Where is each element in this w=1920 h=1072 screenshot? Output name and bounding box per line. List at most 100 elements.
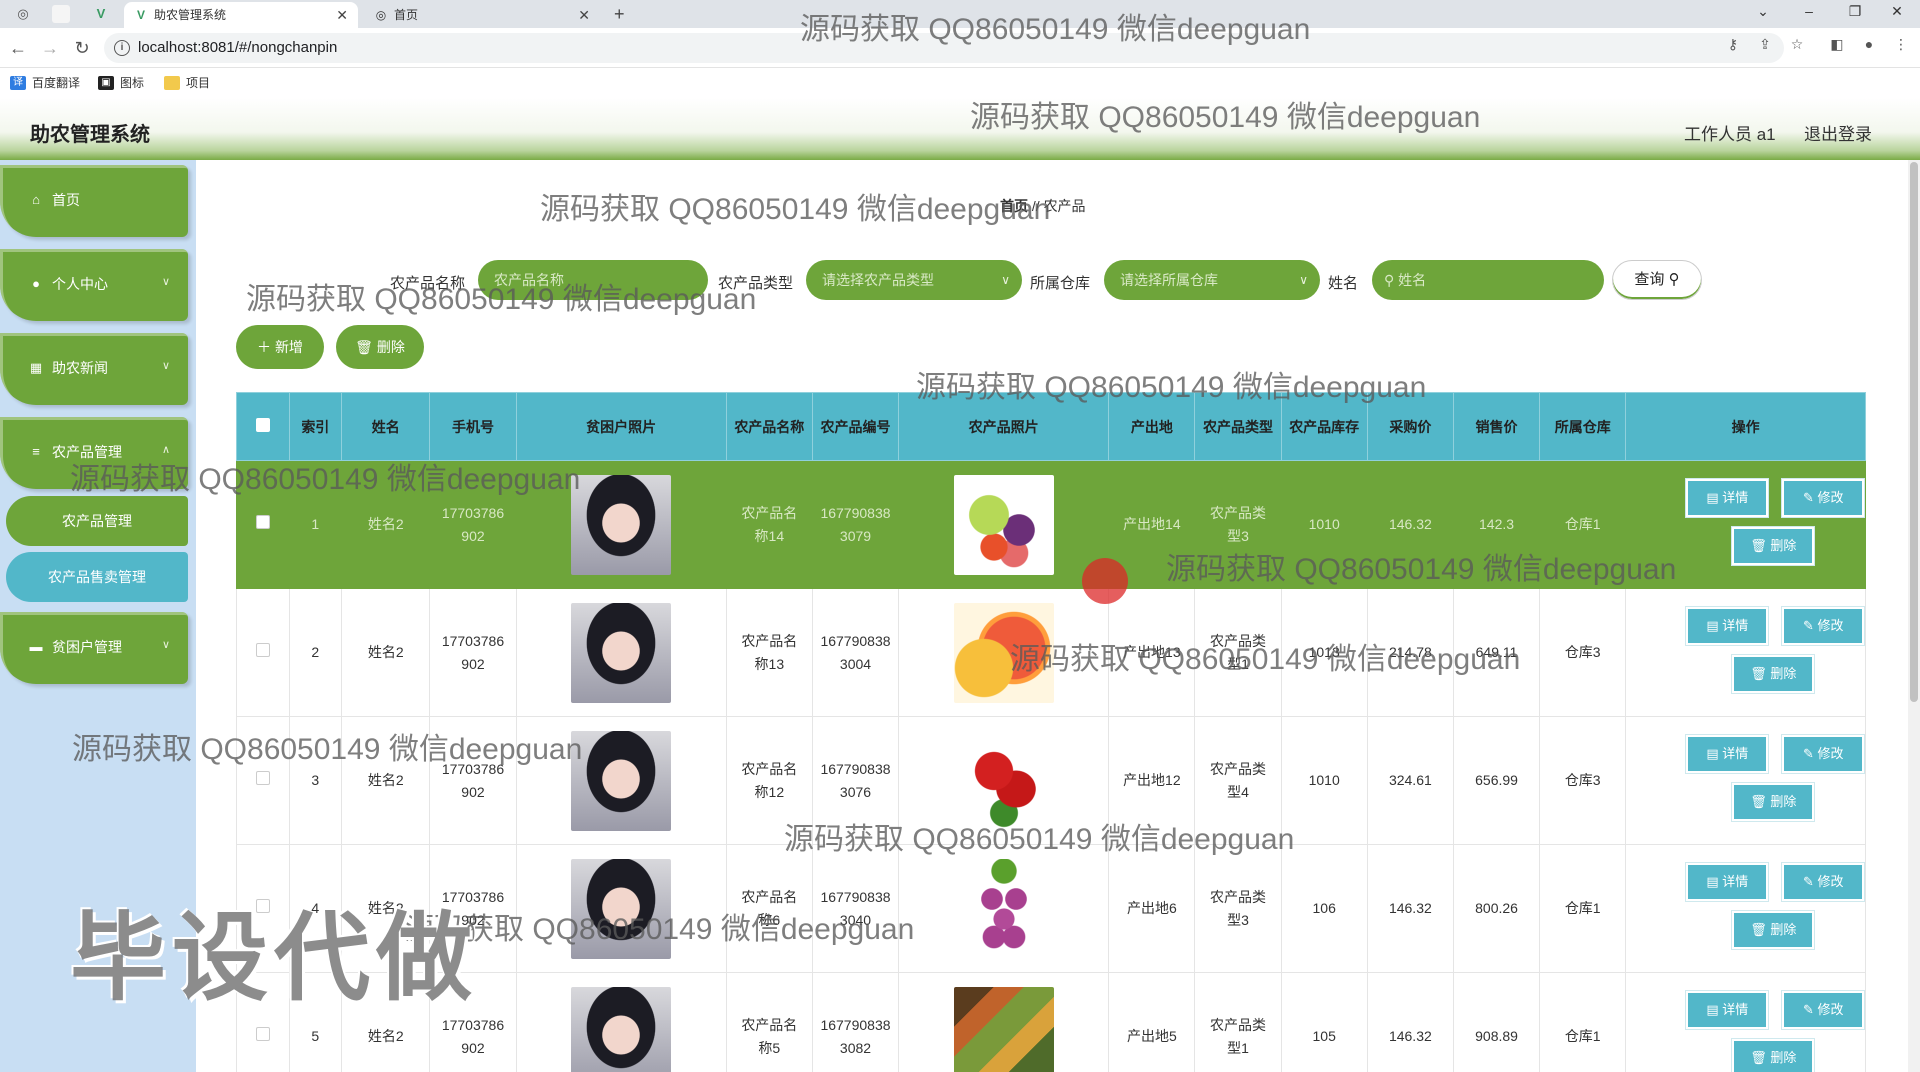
edit-button[interactable]: ✎ 修改 [1782,607,1865,645]
person-name-input[interactable]: ⚲ 姓名 [1372,260,1604,300]
select-all-cell[interactable] [236,392,290,461]
sidebar-item-home[interactable]: ⌂ 首页 [0,165,188,237]
row-delete-button[interactable]: 🗑 删除 [1732,783,1815,821]
cell-sell-price: 908.89 [1452,972,1541,1072]
sidebar-item-news[interactable]: ▦ 助农新闻 ∨ [0,333,188,405]
share-icon[interactable]: ⇪ [1754,36,1776,53]
cell-product-photo [898,460,1110,589]
detail-button[interactable]: ▤ 详情 [1686,863,1769,901]
detail-button[interactable]: ▤ 详情 [1686,991,1769,1029]
window-close-icon[interactable]: ✕ [1874,0,1920,24]
detail-button[interactable]: ▤ 详情 [1686,735,1769,773]
row-select-cell[interactable] [236,460,290,589]
product-photo [953,858,1054,959]
row-select-cell[interactable] [236,588,290,717]
tab-title: 首页 [394,8,419,22]
home-icon: ⌂ [32,192,40,207]
more-menu-icon[interactable]: ⋮ [1890,36,1912,53]
cell-product-type: 农产品类型3 [1194,844,1282,973]
bookmark-icons[interactable]: ▣ 图标 [98,74,144,92]
household-photo [571,730,672,831]
breadcrumb-home[interactable]: 首页 [1000,198,1028,214]
close-tab-icon[interactable]: ✕ [336,2,348,28]
bookmark-star-icon[interactable]: ☆ [1786,36,1808,53]
header-household-photo: 贫困户照片 [515,392,727,461]
row-select-cell[interactable] [236,716,290,845]
sidebar-item-poor-households[interactable]: ▬ 贫困户管理 ∨ [0,612,188,684]
url-field[interactable]: i localhost:8081/#/nongchanpin [104,33,1784,63]
product-type-select[interactable]: 请选择农产品类型 ∨ [806,260,1022,300]
logout-link[interactable]: 退出登录 [1804,120,1872,145]
detail-button[interactable]: ▤ 详情 [1686,479,1769,517]
cell-product-code: 1677908383082 [811,972,900,1072]
cell-buy-price: 146.32 [1366,460,1454,589]
document-icon: ▤ [1706,874,1723,889]
row-checkbox[interactable] [255,771,270,785]
key-icon[interactable]: ⚷ [1722,36,1744,53]
tab-search-chevron-icon[interactable]: ⌄ [1740,0,1786,24]
close-tab-icon[interactable]: ✕ [578,2,590,28]
cell-origin: 产出地13 [1108,588,1196,717]
row-delete-button[interactable]: 🗑 删除 [1732,527,1815,565]
cell-origin: 产出地12 [1108,716,1196,845]
side-panel-icon[interactable]: ◧ [1826,36,1848,53]
bookmark-project[interactable]: 项目 [164,74,210,92]
minimize-icon[interactable]: – [1786,0,1832,24]
trash-icon: 🗑 [1750,538,1771,553]
sidebar-subitem-product-manage[interactable]: 农产品管理 [6,496,188,546]
table-row[interactable]: 2 姓名2 17703786902 农产品名称13 1677908383004 产出地13… [236,588,1866,717]
profile-icon[interactable]: ● [1858,36,1880,52]
reload-icon[interactable]: ↻ [70,36,94,60]
row-delete-button[interactable]: 🗑 删除 [1732,655,1815,693]
edit-button[interactable]: ✎ 修改 [1782,863,1865,901]
edit-button[interactable]: ✎ 修改 [1782,479,1865,517]
cell-product-type: 农产品类型3 [1194,460,1282,589]
row-delete-button[interactable]: 🗑 删除 [1732,1039,1815,1072]
sidebar-item-profile[interactable]: ● 个人中心 ∨ [0,249,188,321]
forward-icon[interactable]: → [38,36,62,60]
table-row[interactable]: 5 姓名2 17703786902 农产品名称5 1677908383082 产出地5 农产… [236,972,1866,1072]
tab-home[interactable]: ◎ 首页 ✕ [364,2,600,28]
bookmark-translate[interactable]: 译 百度翻译 [10,74,80,92]
user-icon: ● [32,276,40,291]
table-row[interactable]: 4 姓名2 17703786902 农产品名称6 1677908383040 产出地6 农产… [236,844,1866,973]
site-info-icon[interactable]: i [114,40,130,56]
table-row[interactable]: 3 姓名2 17703786902 农产品名称12 1677908383076 产出地12… [236,716,1866,845]
cell-stock: 1013 [1280,588,1368,717]
edit-button[interactable]: ✎ 修改 [1782,991,1865,1029]
address-bar-row: ← → ↻ i localhost:8081/#/nongchanpin ⚷ ⇪… [0,28,1920,68]
warehouse-select[interactable]: 请选择所属仓库 ∨ [1104,260,1320,300]
blank-tab-icon[interactable] [52,5,70,23]
product-name-input[interactable]: 农产品名称 [478,260,708,300]
row-checkbox[interactable] [255,1027,270,1041]
tab-main[interactable]: V 助农管理系统 ✕ [124,2,358,28]
sidebar-subitem-product-sales[interactable]: 农产品售卖管理 [6,552,188,602]
product-photo [953,474,1054,575]
select-all-checkbox[interactable] [255,417,270,432]
scrollbar-thumb[interactable] [1910,162,1918,702]
detail-button[interactable]: ▤ 详情 [1686,607,1769,645]
cell-stock: 105 [1280,972,1368,1072]
header-stock: 农产品库存 [1280,392,1368,461]
row-delete-button[interactable]: 🗑 删除 [1732,911,1815,949]
restore-icon[interactable]: ❐ [1832,0,1878,24]
row-checkbox[interactable] [255,515,270,529]
folder-icon [164,76,180,90]
grid-icon: ▦ [29,360,43,375]
trash-icon: 🗑 [1750,1050,1771,1065]
cell-product-photo [898,588,1110,717]
table-row[interactable]: 1 姓名2 17703786902 农产品名称14 1677908383079 产出地14… [236,460,1866,589]
vue-logo-icon[interactable]: V [92,5,110,23]
sidebar-item-products[interactable]: ≡ 农产品管理 ∧ [0,417,188,489]
back-icon[interactable]: ← [6,36,30,60]
query-button[interactable]: 查询 ⚲ [1612,260,1702,300]
batch-delete-button[interactable]: 🗑 删除 [336,325,424,369]
row-checkbox[interactable] [255,643,270,657]
add-button[interactable]: ＋ 新增 [236,325,324,369]
cell-name: 姓名2 [341,716,431,845]
new-tab-icon[interactable]: + [614,2,625,26]
header-origin: 产出地 [1108,392,1196,461]
edit-button[interactable]: ✎ 修改 [1782,735,1865,773]
product-photo [953,602,1054,703]
globe-icon[interactable]: ◎ [14,5,32,23]
